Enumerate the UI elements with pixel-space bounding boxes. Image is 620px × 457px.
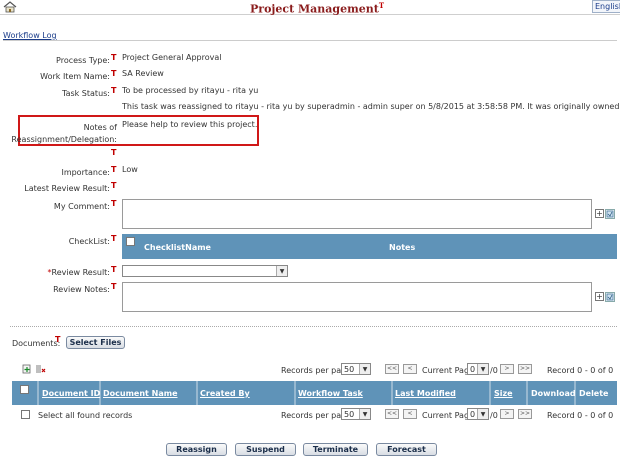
select-all-found-label: Select all found records — [38, 411, 133, 420]
current-page-value: 0 — [470, 410, 476, 419]
process-type-marker[interactable]: T — [111, 53, 116, 62]
review-notes-marker[interactable]: T — [111, 282, 116, 291]
checklist-select-all-checkbox[interactable] — [126, 237, 135, 246]
col-download: Download — [531, 389, 576, 398]
last-page-button-top[interactable]: >> — [518, 364, 532, 374]
language-selector[interactable]: English — [592, 0, 620, 13]
review-notes-label: Review Notes: — [53, 285, 110, 294]
checklist-col-name: ChecklistName — [144, 243, 211, 252]
col-created-by[interactable]: Created By — [200, 389, 250, 398]
notes-reassignment-label-2: Reassignment/Delegation: — [11, 135, 117, 144]
chevron-down-icon: ▼ — [359, 409, 370, 419]
work-item-name-value: SA Review — [122, 69, 164, 78]
documents-select-all-checkbox[interactable] — [20, 385, 29, 394]
next-page-button-bottom[interactable]: > — [500, 409, 514, 419]
col-document-id[interactable]: Document ID — [42, 389, 100, 398]
total-pages-top: /0 — [490, 366, 498, 375]
checklist-label: CheckList: — [68, 237, 110, 246]
spellcheck-notes-icon[interactable] — [605, 292, 615, 302]
record-summary-top: Record 0 - 0 of 0 — [547, 366, 614, 375]
review-result-select[interactable]: ▼ — [122, 265, 288, 277]
title-translate-marker[interactable]: T — [379, 1, 384, 10]
my-comment-label: My Comment: — [53, 202, 110, 211]
review-result-label: *Review Result: — [48, 268, 111, 277]
chevron-down-icon: ▼ — [276, 266, 287, 276]
work-item-name-marker[interactable]: T — [111, 69, 116, 78]
documents-divider — [10, 326, 617, 327]
col-document-name[interactable]: Document Name — [103, 389, 178, 398]
current-page-select-top[interactable]: 0 ▼ — [467, 363, 489, 375]
reassign-button[interactable]: Reassign — [166, 443, 227, 456]
chevron-down-icon: ▼ — [477, 409, 488, 419]
prev-page-button-top[interactable]: < — [403, 364, 417, 374]
delete-documents-icon[interactable] — [35, 364, 46, 374]
current-page-value: 0 — [470, 365, 476, 374]
prev-page-button-bottom[interactable]: < — [403, 409, 417, 419]
task-status-note: This task was reassigned to ritayu - rit… — [122, 102, 620, 111]
checklist-col-notes: Notes — [389, 243, 416, 252]
documents-label: Documents: — [12, 339, 61, 348]
expand-comment-icon[interactable]: + — [595, 209, 604, 218]
notes-reassignment-marker[interactable]: T — [111, 148, 116, 157]
add-document-icon[interactable] — [22, 364, 32, 374]
process-type-label: Process Type: — [56, 56, 110, 65]
terminate-button[interactable]: Terminate — [303, 443, 368, 456]
latest-review-result-marker[interactable]: T — [111, 181, 116, 190]
forecast-button[interactable]: Forecast — [376, 443, 437, 456]
latest-review-result-label: Latest Review Result: — [24, 184, 110, 193]
suspend-button[interactable]: Suspend — [235, 443, 296, 456]
notes-reassignment-label-1: Notes of — [83, 123, 117, 132]
page-title: Project ManagementT — [250, 1, 384, 16]
my-comment-marker[interactable]: T — [111, 199, 116, 208]
page-title-text: Project Management — [250, 2, 379, 16]
total-pages-bottom: /0 — [490, 411, 498, 420]
last-page-button-bottom[interactable]: >> — [518, 409, 532, 419]
review-notes-input[interactable] — [122, 282, 592, 312]
review-result-marker[interactable]: T — [111, 265, 116, 274]
importance-label: Importance: — [61, 168, 110, 177]
chevron-down-icon: ▼ — [477, 364, 488, 374]
process-type-value: Project General Approval — [122, 53, 222, 62]
col-last-modified[interactable]: Last Modified — [395, 389, 456, 398]
records-per-page-select-bottom[interactable]: 50 ▼ — [341, 408, 371, 420]
records-per-page-select-top[interactable]: 50 ▼ — [341, 363, 371, 375]
col-size[interactable]: Size — [494, 389, 513, 398]
first-page-button-top[interactable]: << — [385, 364, 399, 374]
review-result-label-text: Review Result: — [51, 268, 111, 277]
breadcrumb-divider — [3, 40, 617, 41]
spellcheck-comment-icon[interactable] — [605, 209, 615, 219]
task-status-label: Task Status: — [62, 89, 110, 98]
task-status-value: To be processed by ritayu - rita yu — [122, 86, 259, 95]
my-comment-input[interactable] — [122, 199, 592, 229]
expand-notes-icon[interactable]: + — [595, 292, 604, 301]
workflow-log-link[interactable]: Workflow Log — [3, 31, 57, 40]
records-per-page-value: 50 — [344, 365, 355, 374]
first-page-button-bottom[interactable]: << — [385, 409, 399, 419]
importance-value: Low — [122, 165, 138, 174]
notes-reassignment-value: Please help to review this project. — [122, 120, 258, 129]
col-delete: Delete — [579, 389, 609, 398]
current-page-select-bottom[interactable]: 0 ▼ — [467, 408, 489, 420]
col-workflow-task[interactable]: Workflow Task — [298, 389, 363, 398]
select-files-button[interactable]: Select Files — [66, 336, 125, 349]
documents-marker[interactable]: T — [55, 335, 60, 344]
task-status-marker[interactable]: T — [111, 86, 116, 95]
select-all-found-checkbox[interactable] — [21, 410, 30, 419]
importance-marker[interactable]: T — [111, 165, 116, 174]
home-icon[interactable] — [3, 1, 17, 13]
next-page-button-top[interactable]: > — [500, 364, 514, 374]
checklist-marker[interactable]: T — [111, 234, 116, 243]
work-item-name-label: Work Item Name: — [40, 72, 110, 81]
record-summary-bottom: Record 0 - 0 of 0 — [547, 411, 614, 420]
records-per-page-value: 50 — [344, 410, 355, 419]
chevron-down-icon: ▼ — [359, 364, 370, 374]
